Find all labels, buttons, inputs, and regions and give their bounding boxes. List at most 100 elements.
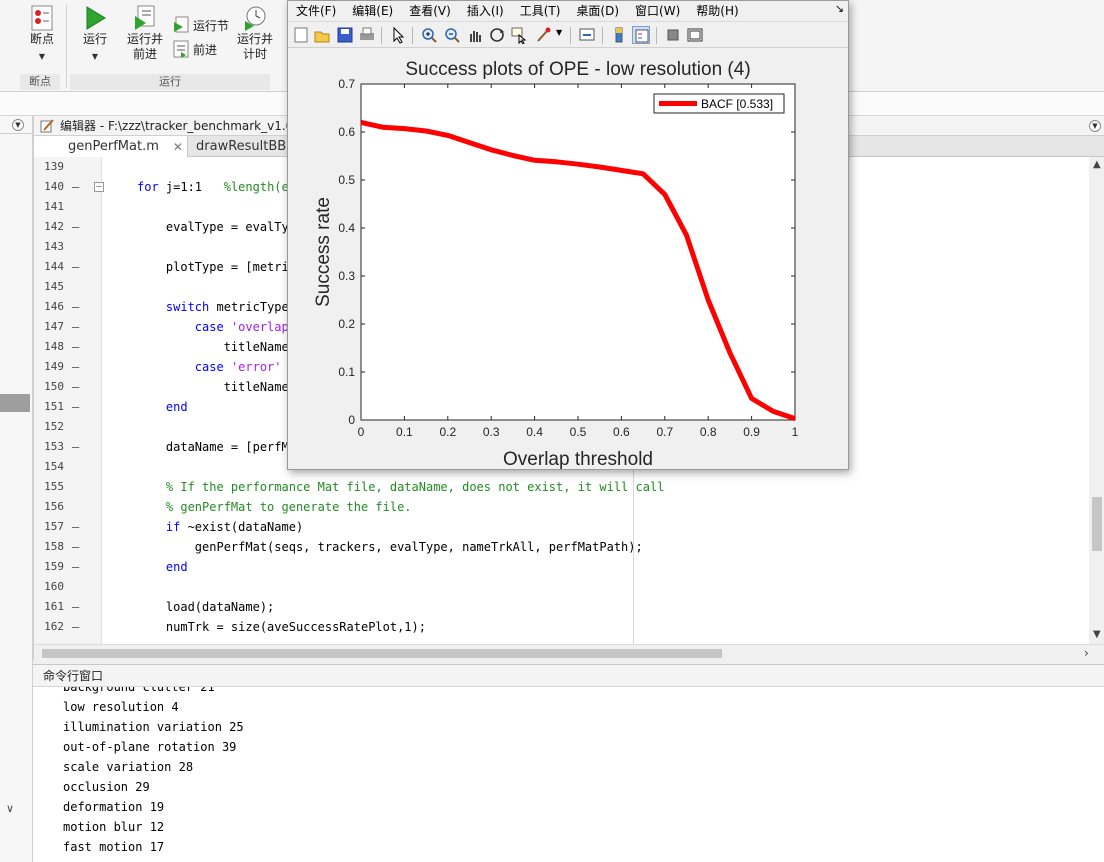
executable-marker[interactable]: – xyxy=(72,437,79,457)
legend-icon[interactable] xyxy=(632,26,650,44)
menu-insert[interactable]: 插入(I) xyxy=(467,2,504,19)
line-number: 141 xyxy=(44,200,64,213)
show-plot-tools-icon[interactable] xyxy=(686,26,704,44)
executable-marker[interactable]: – xyxy=(72,357,79,377)
menu-window[interactable]: 窗口(W) xyxy=(635,2,680,19)
code-text: evalType = evalTyp xyxy=(137,217,296,237)
executable-marker[interactable]: – xyxy=(72,597,79,617)
selected-row[interactable] xyxy=(0,394,30,412)
code-line[interactable]: 159– end xyxy=(34,557,1084,577)
group-divider xyxy=(66,4,67,88)
menu-edit[interactable]: 编辑(E) xyxy=(352,2,393,19)
print-icon[interactable] xyxy=(358,26,376,44)
executable-marker[interactable]: – xyxy=(72,617,79,637)
code-line[interactable]: 156 % genPerfMat to generate the file. xyxy=(34,497,1084,517)
run-section-button[interactable]: 运行节 xyxy=(172,16,229,34)
menu-tools[interactable]: 工具(T) xyxy=(520,2,561,19)
executable-marker[interactable]: – xyxy=(72,377,79,397)
scrollbar-thumb[interactable] xyxy=(1092,497,1102,551)
run-and-advance-button[interactable]: 运行并 前进 xyxy=(124,4,166,62)
run-button[interactable]: 运行 ▼ xyxy=(78,4,112,64)
command-output[interactable]: background clutter 21 low resolution 4 ill… xyxy=(33,687,1104,862)
executable-marker[interactable]: – xyxy=(72,557,79,577)
tab-genperfmat[interactable]: genPerfMat.m ✕ xyxy=(34,136,188,157)
data-cursor-icon[interactable] xyxy=(510,26,528,44)
code-line[interactable]: 161– load(dataName); xyxy=(34,597,1084,617)
pan-icon[interactable] xyxy=(466,26,484,44)
code-token: for xyxy=(137,180,159,194)
x-tick-label: 0.6 xyxy=(613,425,630,439)
menu-help[interactable]: 帮助(H) xyxy=(696,2,738,19)
save-icon[interactable] xyxy=(336,26,354,44)
code-token: plotType = [metric xyxy=(137,260,296,274)
x-tick-label: 0.2 xyxy=(439,425,456,439)
executable-marker[interactable]: – xyxy=(72,537,79,557)
code-text: switch metricType xyxy=(137,297,289,317)
code-token: load(dataName); xyxy=(137,600,275,614)
zoom-out-icon[interactable] xyxy=(443,26,461,44)
code-line[interactable]: 155 % If the performance Mat file, dataN… xyxy=(34,477,1084,497)
scroll-right-icon[interactable]: › xyxy=(1084,646,1089,660)
executable-marker[interactable]: – xyxy=(72,317,79,337)
fold-toggle-icon[interactable]: – xyxy=(94,182,104,192)
executable-marker[interactable]: – xyxy=(72,177,79,197)
scroll-down-icon[interactable]: ▼ xyxy=(1093,629,1101,640)
line-number: 149 xyxy=(44,360,64,373)
code-line[interactable]: 157– if ~exist(dataName) xyxy=(34,517,1084,537)
new-figure-icon[interactable] xyxy=(292,26,310,44)
figure-menubar: 文件(F) 编辑(E) 查看(V) 插入(I) 工具(T) 桌面(D) 窗口(W… xyxy=(288,1,848,20)
command-window-title: 命令行窗口 xyxy=(33,665,1104,687)
executable-marker[interactable]: – xyxy=(72,517,79,537)
link-plot-icon[interactable] xyxy=(578,26,596,44)
menu-file[interactable]: 文件(F) xyxy=(296,2,336,19)
code-line[interactable]: 160 xyxy=(34,577,1084,597)
line-number: 154 xyxy=(44,460,64,473)
chevron-down-icon[interactable]: ▼ xyxy=(556,28,562,37)
pointer-icon[interactable] xyxy=(389,26,407,44)
hide-plot-tools-icon[interactable] xyxy=(664,26,682,44)
code-line[interactable]: 158– genPerfMat(seqs, trackers, evalType… xyxy=(34,537,1084,557)
executable-marker[interactable]: – xyxy=(72,397,79,417)
menu-desktop[interactable]: 桌面(D) xyxy=(576,2,619,19)
colorbar-icon[interactable] xyxy=(610,26,628,44)
code-token: titleName xyxy=(137,380,289,394)
breakpoints-icon xyxy=(31,5,53,31)
brush-icon[interactable] xyxy=(534,26,552,44)
y-tick-label: 0.5 xyxy=(338,173,355,187)
breakpoints-button[interactable]: 断点 ▼ xyxy=(24,4,60,64)
run-and-time-button[interactable]: 运行并 计时 xyxy=(234,4,276,62)
advance-icon xyxy=(173,40,189,58)
zoom-in-icon[interactable] xyxy=(420,26,438,44)
menu-view[interactable]: 查看(V) xyxy=(409,2,451,19)
editor-vertical-scrollbar[interactable]: ▲ ▼ xyxy=(1089,157,1104,644)
line-number: 158 xyxy=(44,540,64,553)
toolbar-separator xyxy=(656,27,657,44)
rotate-icon[interactable] xyxy=(488,26,506,44)
code-line[interactable]: 162– numTrk = size(aveSuccessRatePlot,1)… xyxy=(34,617,1084,637)
executable-marker[interactable]: – xyxy=(72,257,79,277)
panel-actions-icon[interactable]: ▼ xyxy=(12,119,24,131)
code-token: if xyxy=(165,520,181,534)
advance-button[interactable]: 前进 xyxy=(172,40,217,58)
executable-marker[interactable]: – xyxy=(72,297,79,317)
code-token: dataName = [perfMa xyxy=(137,440,296,454)
y-tick-label: 0.7 xyxy=(338,77,355,91)
executable-marker[interactable]: – xyxy=(72,337,79,357)
scroll-up-icon[interactable]: ▲ xyxy=(1093,159,1101,170)
legend[interactable]: BACF [0.533] xyxy=(653,93,785,114)
chevron-down-icon[interactable]: ∨ xyxy=(6,802,14,815)
executable-marker[interactable]: – xyxy=(72,217,79,237)
dock-icon[interactable]: ↘ xyxy=(835,2,844,15)
scrollbar-thumb[interactable] xyxy=(42,649,722,658)
line-number: 147 xyxy=(44,320,64,333)
legend-entry: BACF [0.533] xyxy=(701,97,773,111)
open-file-icon[interactable] xyxy=(313,26,331,44)
code-token: numTrk = size(aveSuccessRatePlot,1); xyxy=(137,620,426,634)
close-icon[interactable]: ✕ xyxy=(173,140,183,154)
editor-horizontal-scrollbar[interactable]: › xyxy=(34,644,1104,660)
line-number: 156 xyxy=(44,500,64,513)
plot-canvas[interactable]: Success plots of OPE - low resolution (4… xyxy=(288,49,848,469)
editor-actions-icon[interactable]: ▼ xyxy=(1089,120,1101,132)
